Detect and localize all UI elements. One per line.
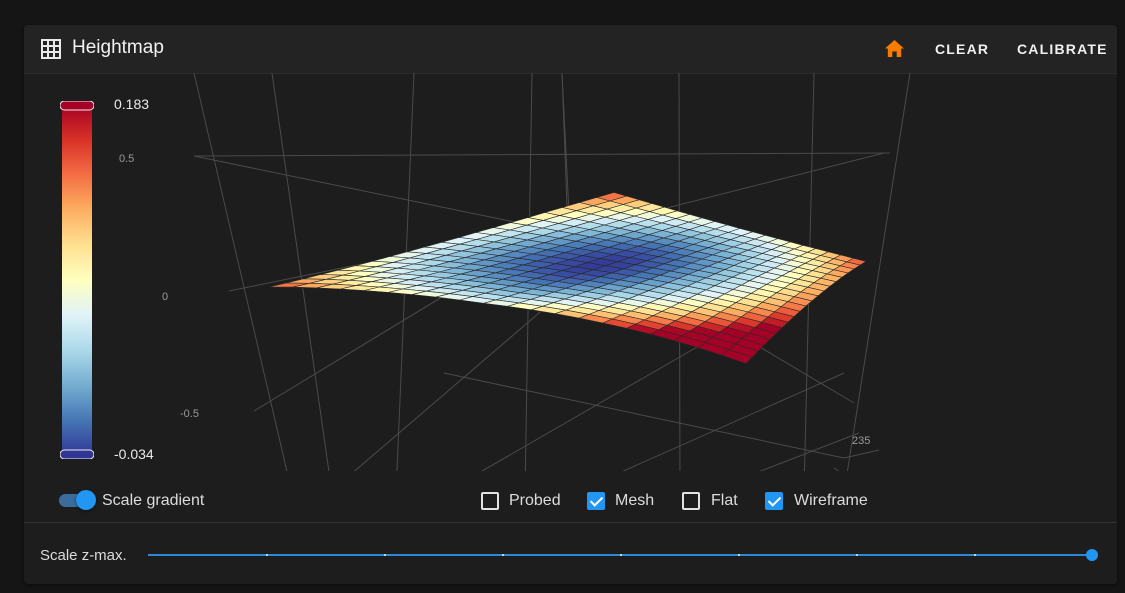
flat-label[interactable]: Flat: [711, 492, 738, 510]
card-title: Heightmap: [72, 37, 164, 58]
z-tick-0-5: 0.5: [119, 153, 135, 165]
probed-label[interactable]: Probed: [509, 492, 561, 510]
toggle-knob: [76, 490, 96, 510]
slider-tick: [620, 554, 622, 556]
mesh-label[interactable]: Mesh: [615, 492, 654, 510]
axis-grid-line: [481, 342, 705, 471]
slider-tick: [266, 554, 268, 556]
axis-grid-line: [843, 449, 880, 459]
slider-thumb[interactable]: [1086, 549, 1098, 561]
slider-tick: [856, 554, 858, 556]
axis-grid-line: [193, 155, 569, 234]
heightmap-surface: [268, 192, 867, 364]
axis-grid-line: [193, 152, 891, 157]
slider-tick: [738, 554, 740, 556]
scale-zmax-slider[interactable]: [148, 547, 1098, 565]
divider: [24, 522, 1117, 523]
axis-grid-line: [443, 372, 845, 459]
probed-checkbox[interactable]: [481, 492, 499, 510]
card-header: Heightmap CLEAR CALIBRATE: [24, 25, 1117, 74]
y-tick-235: 235: [852, 435, 871, 447]
clear-button[interactable]: CLEAR: [935, 41, 989, 57]
scale-gradient-label: Scale gradient: [102, 492, 205, 509]
slider-tick: [974, 554, 976, 556]
slider-tick: [502, 554, 504, 556]
colorbar-min-handle[interactable]: [60, 449, 94, 459]
axis-grid-line: [833, 467, 840, 471]
axis-grid-line: [622, 372, 845, 471]
heightmap-3d-plot[interactable]: [144, 73, 914, 471]
wireframe-label[interactable]: Wireframe: [794, 492, 868, 510]
scale-gradient-toggle[interactable]: [57, 489, 97, 511]
mesh-checkbox[interactable]: [587, 492, 605, 510]
calibrate-button[interactable]: CALIBRATE: [1017, 41, 1108, 57]
home-icon[interactable]: [884, 39, 905, 59]
axis-grid-line: [759, 432, 860, 471]
heightmap-card: Heightmap CLEAR CALIBRATE 0.183 -0.034 0…: [24, 25, 1117, 584]
axis-grid-line: [846, 73, 911, 471]
z-tick-0: 0: [162, 291, 169, 303]
colorbar-max-handle[interactable]: [60, 101, 94, 111]
colorbar: [60, 101, 94, 459]
flat-checkbox[interactable]: [682, 492, 700, 510]
z-tick-neg-0-5: -0.5: [180, 408, 199, 420]
slider-tick: [384, 554, 386, 556]
wireframe-checkbox[interactable]: [765, 492, 783, 510]
axis-grid-line: [193, 73, 288, 471]
scale-zmax-label: Scale z-max.: [40, 547, 127, 564]
grid-icon: [41, 39, 61, 59]
axis-grid-line: [353, 282, 575, 471]
